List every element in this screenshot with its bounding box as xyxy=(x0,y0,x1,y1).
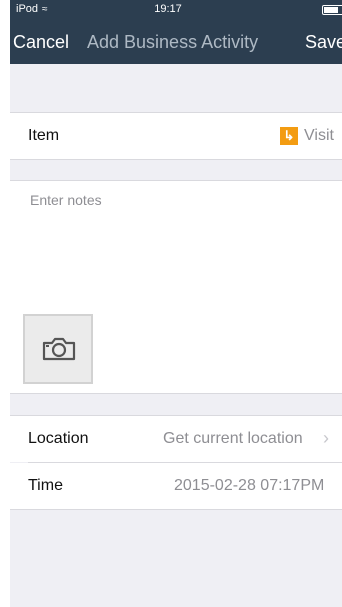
visit-icon: ↳ xyxy=(280,127,298,145)
status-time: 19:17 xyxy=(154,3,182,15)
cancel-button[interactable]: Cancel xyxy=(13,32,69,53)
app-screen: iPod ≈ 19:17 Cancel Add Business Activity… xyxy=(10,0,342,607)
battery-icon xyxy=(322,5,342,15)
location-label: Location xyxy=(28,430,89,447)
navigation-bar: Cancel Add Business Activity Save xyxy=(10,20,342,64)
notes-section xyxy=(10,181,342,393)
save-button[interactable]: Save xyxy=(305,32,342,53)
notes-input[interactable] xyxy=(30,192,330,302)
divider xyxy=(10,393,342,394)
divider xyxy=(10,509,342,510)
item-label: Item xyxy=(28,127,60,144)
location-row[interactable]: Location Get current location › xyxy=(10,416,342,462)
time-label: Time xyxy=(28,477,63,494)
item-value: Visit xyxy=(304,127,334,144)
time-row[interactable]: Time 2015-02-28 07:17PM xyxy=(10,463,342,509)
location-value: Get current location xyxy=(163,430,303,447)
time-value: 2015-02-28 07:17PM xyxy=(174,477,325,494)
wifi-icon: ≈ xyxy=(42,4,48,15)
divider xyxy=(10,159,342,160)
carrier-label: iPod ≈ xyxy=(16,3,48,15)
camera-icon xyxy=(42,337,76,361)
status-bar: iPod ≈ 19:17 xyxy=(10,0,342,20)
add-photo-button[interactable] xyxy=(23,314,93,384)
chevron-right-icon: › xyxy=(323,428,329,448)
item-row[interactable]: Item ↳ Visit xyxy=(10,113,342,159)
page-title: Add Business Activity xyxy=(87,32,259,52)
carrier-name: iPod xyxy=(16,3,39,15)
